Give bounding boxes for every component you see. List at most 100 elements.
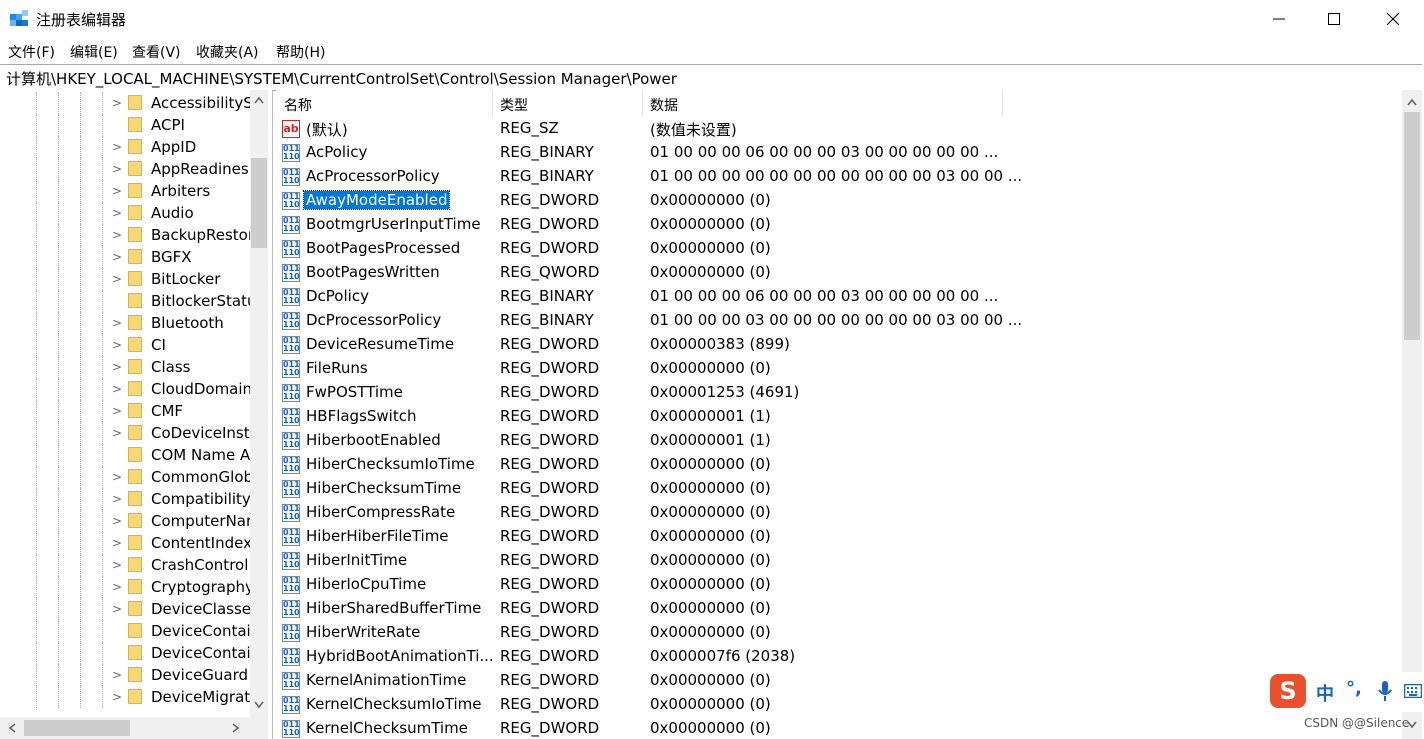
tree-item[interactable]: > CommonGlob [0,466,253,488]
ime-chinese-mode[interactable]: 中 [1316,680,1334,706]
tree-item[interactable]: > AppID [0,136,250,158]
value-row[interactable]: 011 110 BootPagesWritten REG_QWORD 0x000000… [276,261,1396,285]
menu-edit[interactable]: 编辑(E) [70,42,118,62]
value-row[interactable]: 011 110 HybridBootAnimationTi... REG_DWORD… [276,645,1396,669]
tree-item[interactable]: > BGFX [0,246,250,268]
value-row[interactable]: 011 110 FileRuns REG_DWORD 0x00000000 (0) [276,357,1396,381]
value-row[interactable]: 011 110 AcProcessorPolicy REG_BINARY 01 00 … [276,165,1396,189]
chevron-right-icon[interactable]: > [112,558,122,572]
tree-item[interactable]: > CrashControl [0,554,250,576]
tree-item[interactable]: > Arbiters [0,180,250,202]
scroll-left-icon[interactable] [8,723,16,733]
tree-item[interactable]: > Cryptography [0,576,254,598]
chevron-right-icon[interactable]: > [112,382,122,396]
value-row[interactable]: 011 110 KernelChecksumTime REG_DWORD 0x0000… [276,717,1396,739]
menu-file[interactable]: 文件(F) [8,42,55,62]
tree-item[interactable]: COM Name A [0,444,250,466]
tree-vertical-scrollbar[interactable] [250,90,268,717]
tree-item[interactable]: > DeviceMigrat [0,686,250,708]
tree-item[interactable]: > BitLocker [0,268,250,290]
tree-item[interactable]: ACPI [0,114,250,136]
chevron-right-icon[interactable]: > [112,272,122,286]
close-button[interactable] [1364,0,1422,38]
tree-item[interactable]: BitlockerStatu [0,290,256,312]
value-row[interactable]: 011 110 HiberCompressRate REG_DWORD 0x00000… [276,501,1396,525]
chevron-right-icon[interactable]: > [112,580,122,594]
minimize-button[interactable] [1250,0,1308,38]
chevron-right-icon[interactable]: > [112,316,122,330]
chevron-right-icon[interactable]: > [112,162,122,176]
value-row[interactable]: 011 110 HiberSharedBufferTime REG_DWORD 0x0… [276,597,1396,621]
value-row[interactable]: 011 110 BootmgrUserInputTime REG_DWORD 0x00… [276,213,1396,237]
maximize-button[interactable] [1305,0,1363,38]
ime-logo-icon[interactable]: S [1270,674,1306,708]
chevron-right-icon[interactable]: > [112,492,122,506]
value-row[interactable]: 011 110 KernelChecksumIoTime REG_DWORD 0x00… [276,693,1396,717]
value-row[interactable]: 011 110 DcPolicy REG_BINARY 01 00 00 00 06 … [276,285,1396,309]
value-row[interactable]: 011 110 DeviceResumeTime REG_DWORD 0x000003… [276,333,1396,357]
value-row[interactable]: 011 110 HiberInitTime REG_DWORD 0x00000000 … [276,549,1396,573]
chevron-right-icon[interactable]: > [112,470,122,484]
tree-item[interactable]: > CloudDomain [0,378,252,400]
tree-item[interactable]: > CI [0,334,250,356]
value-row[interactable]: 011 110 DcProcessorPolicy REG_BINARY 01 00 … [276,309,1396,333]
chevron-right-icon[interactable]: > [112,514,122,528]
tree-item[interactable]: > Compatibility [0,488,251,510]
value-row[interactable]: 011 110 HiberbootEnabled REG_DWORD 0x000000… [276,429,1396,453]
value-row[interactable]: 011 110 AcPolicy REG_BINARY 01 00 00 00 06 … [276,141,1396,165]
chevron-right-icon[interactable]: > [112,250,122,264]
tree-item[interactable]: > AppReadines [0,158,250,180]
scroll-right-icon[interactable] [232,723,240,733]
value-row[interactable]: 011 110 HiberChecksumIoTime REG_DWORD 0x000… [276,453,1396,477]
microphone-icon[interactable] [1378,680,1392,702]
chevron-right-icon[interactable]: > [112,140,122,154]
list-scroll-thumb[interactable] [1404,112,1420,340]
value-row[interactable]: 011 110 FwPOSTTime REG_DWORD 0x00001253 (46… [276,381,1396,405]
value-row[interactable]: 011 110 AwayModeEnabled REG_DWORD 0x0000000… [276,189,1396,213]
tree-scroll-thumb[interactable] [251,158,267,248]
chevron-right-icon[interactable]: > [112,206,122,220]
chevron-right-icon[interactable]: > [112,602,122,616]
chevron-right-icon[interactable]: > [112,360,122,374]
value-row[interactable]: 011 110 HiberWriteRate REG_DWORD 0x00000000… [276,621,1396,645]
column-name[interactable]: 名称 [284,95,312,115]
column-type[interactable]: 类型 [500,95,528,115]
chevron-right-icon[interactable]: > [112,96,122,110]
tree-item[interactable]: > DeviceGuard [0,664,250,686]
tree-item[interactable]: > DeviceClasses [0,598,259,620]
column-data[interactable]: 数据 [650,95,678,115]
value-row[interactable]: 011 110 HiberHiberFileTime REG_DWORD 0x0000… [276,525,1396,549]
address-bar[interactable]: 计算机\HKEY_LOCAL_MACHINE\SYSTEM\CurrentCon… [0,64,1422,91]
list-vertical-scrollbar[interactable] [1402,90,1422,739]
scroll-down-icon[interactable] [254,701,264,709]
chevron-right-icon[interactable]: > [112,184,122,198]
value-row[interactable]: 011 110 HBFlagsSwitch REG_DWORD 0x00000001 … [276,405,1396,429]
tree-item[interactable]: DeviceContai [0,642,251,664]
values-pane[interactable]: 名称 类型 数据 ab (默认) REG_SZ (数值未设置) 011 110 AcPol… [276,90,1422,739]
tree-item[interactable]: > Bluetooth [0,312,250,334]
tree-item[interactable]: > AccessibilityS [0,92,253,114]
tree-item[interactable]: > CMF [0,400,250,422]
tree-item[interactable]: > ComputerNar [0,510,252,532]
value-row[interactable]: 011 110 HiberChecksumTime REG_DWORD 0x00000… [276,477,1396,501]
tree-horizontal-scrollbar[interactable] [0,717,268,739]
value-row[interactable]: ab (默认) REG_SZ (数值未设置) [276,117,1396,141]
menu-help[interactable]: 帮助(H) [276,42,325,62]
chevron-right-icon[interactable]: > [112,668,122,682]
keyboard-icon[interactable] [1404,684,1422,698]
tree-item[interactable]: > Audio [0,202,250,224]
tree-item[interactable]: DeviceContai [0,620,251,642]
value-row[interactable]: 011 110 HiberIoCpuTime REG_DWORD 0x00000000… [276,573,1396,597]
scroll-up-icon[interactable] [254,96,264,104]
chevron-right-icon[interactable]: > [112,536,122,550]
chevron-right-icon[interactable]: > [112,228,122,242]
tree-hscroll-thumb[interactable] [24,720,130,736]
tree-item[interactable]: > CoDeviceInsta [0,422,259,444]
value-row[interactable]: 011 110 BootPagesProcessed REG_DWORD 0x0000… [276,237,1396,261]
tree-item[interactable]: > ContentIndex [0,532,252,554]
menu-favorites[interactable]: 收藏夹(A) [196,42,259,62]
tree-pane[interactable]: > AccessibilityS ACPI > AppID > AppReadines > Ar… [0,90,273,739]
value-row[interactable]: 011 110 KernelAnimationTime REG_DWORD 0x000… [276,669,1396,693]
chevron-right-icon[interactable]: > [112,338,122,352]
tree-item[interactable]: > BackupRestor [0,224,254,246]
